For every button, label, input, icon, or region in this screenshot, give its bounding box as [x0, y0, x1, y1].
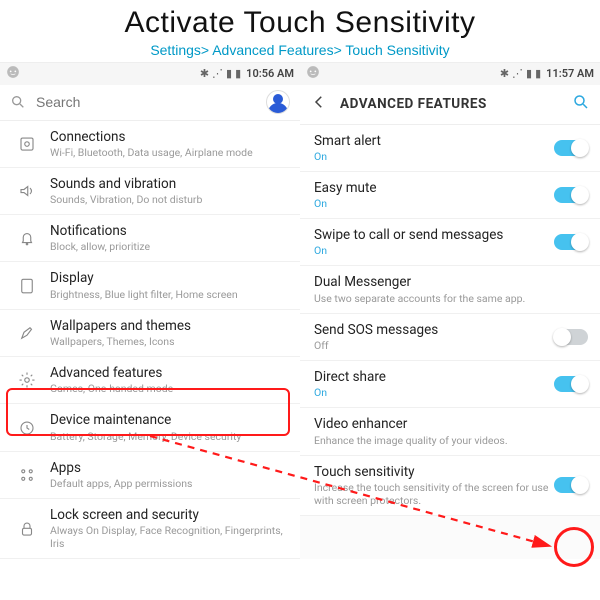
row-device-maintenance[interactable]: Device maintenance Battery, Storage, Memo…	[0, 404, 300, 451]
toggle[interactable]	[554, 234, 588, 250]
screen-title: ADVANCED FEATURES	[340, 96, 560, 112]
display-icon	[14, 277, 40, 295]
settings-list: ConnectionsWi-Fi, Bluetooth, Data usage,…	[0, 121, 300, 560]
features-list: Smart alertOn Easy muteOn Swipe to call …	[300, 125, 600, 517]
clock: 11:57 AM	[546, 67, 594, 80]
clock: 10:56 AM	[246, 67, 294, 80]
row-title: Sounds and vibration	[50, 176, 288, 192]
apps-icon	[14, 466, 40, 484]
row-title: Video enhancer	[314, 416, 588, 432]
app-bar: ADVANCED FEATURES	[300, 85, 600, 125]
row-sub: On	[314, 386, 550, 399]
row-title: Dual Messenger	[314, 274, 588, 290]
row-title: Connections	[50, 129, 288, 145]
bluetooth-icon: ✱	[200, 67, 209, 80]
row-sub: On	[314, 197, 550, 210]
row-sub: Brightness, Blue light filter, Home scre…	[50, 288, 288, 301]
toggle[interactable]	[554, 477, 588, 493]
bluetooth-icon: ✱	[500, 67, 509, 80]
row-sub: Default apps, App permissions	[50, 477, 288, 490]
row-sub: Battery, Storage, Memory, Device securit…	[50, 430, 288, 443]
reddit-icon	[6, 65, 20, 82]
back-button[interactable]	[310, 93, 328, 115]
row-title: Lock screen and security	[50, 507, 288, 523]
settings-screen: ✱ ⋰ ▮ ▮ 10:56 AM ConnectionsWi-Fi, Bluet…	[0, 62, 300, 560]
connections-icon	[14, 135, 40, 153]
status-bar: ✱ ⋰ ▮ ▮ 11:57 AM	[300, 63, 600, 85]
search-button[interactable]	[572, 93, 590, 115]
row-sub: Wallpapers, Themes, Icons	[50, 335, 288, 348]
row-touch-sensitivity[interactable]: Touch sensitivityIncrease the touch sens…	[300, 456, 600, 516]
row-sub: Off	[314, 339, 550, 352]
row-sub: On	[314, 150, 550, 163]
row-title: Apps	[50, 460, 288, 476]
row-sub: Enhance the image quality of your videos…	[314, 434, 588, 447]
lock-icon	[14, 520, 40, 538]
row-sub: Use two separate accounts for the same a…	[314, 292, 588, 305]
toggle[interactable]	[554, 329, 588, 345]
row-easy-mute[interactable]: Easy muteOn	[300, 172, 600, 219]
wifi-icon: ⋰	[512, 67, 523, 80]
row-title: Device maintenance	[50, 412, 288, 428]
toggle[interactable]	[554, 376, 588, 392]
row-video-enhancer[interactable]: Video enhancer Enhance the image quality …	[300, 408, 600, 455]
row-title: Smart alert	[314, 133, 550, 149]
page-title: Activate Touch Sensitivity	[0, 6, 600, 40]
row-title: Swipe to call or send messages	[314, 227, 550, 243]
row-title: Direct share	[314, 369, 550, 385]
row-sounds[interactable]: Sounds and vibrationSounds, Vibration, D…	[0, 168, 300, 215]
row-wallpapers[interactable]: Wallpapers and themesWallpapers, Themes,…	[0, 310, 300, 357]
row-sub: Always On Display, Face Recognition, Fin…	[50, 524, 288, 550]
row-smart-alert[interactable]: Smart alertOn	[300, 125, 600, 172]
row-sub: Increase the touch sensitivity of the sc…	[314, 481, 550, 507]
row-notifications[interactable]: NotificationsBlock, allow, prioritize	[0, 215, 300, 262]
row-sub: Wi-Fi, Bluetooth, Data usage, Airplane m…	[50, 146, 288, 159]
battery-icon: ▮	[535, 67, 541, 80]
signal-icon: ▮	[226, 67, 232, 80]
row-direct-share[interactable]: Direct shareOn	[300, 361, 600, 408]
row-title: Display	[50, 270, 288, 286]
reddit-icon	[306, 65, 320, 82]
row-lock-screen[interactable]: Lock screen and securityAlways On Displa…	[0, 499, 300, 559]
row-sub: Block, allow, prioritize	[50, 240, 288, 253]
battery-icon: ▮	[235, 67, 241, 80]
breadcrumb: Settings> Advanced Features> Touch Sensi…	[0, 42, 600, 60]
row-title: Notifications	[50, 223, 288, 239]
bell-icon	[14, 229, 40, 247]
row-sos[interactable]: Send SOS messagesOff	[300, 314, 600, 361]
brush-icon	[14, 324, 40, 342]
row-apps[interactable]: AppsDefault apps, App permissions	[0, 452, 300, 499]
wifi-icon: ⋰	[212, 67, 223, 80]
search-icon	[10, 94, 26, 110]
search-input[interactable]	[36, 94, 256, 110]
row-title: Easy mute	[314, 180, 550, 196]
row-title: Send SOS messages	[314, 322, 550, 338]
tutorial-header: Activate Touch Sensitivity Settings> Adv…	[0, 0, 600, 62]
search-bar[interactable]	[0, 85, 300, 121]
row-sub: On	[314, 244, 550, 257]
row-advanced-features[interactable]: Advanced featuresGames, One-handed mode	[0, 357, 300, 404]
row-title: Wallpapers and themes	[50, 318, 288, 334]
advanced-features-screen: ✱ ⋰ ▮ ▮ 11:57 AM ADVANCED FEATURES Smart…	[300, 62, 600, 560]
row-sub: Sounds, Vibration, Do not disturb	[50, 193, 288, 206]
row-connections[interactable]: ConnectionsWi-Fi, Bluetooth, Data usage,…	[0, 121, 300, 168]
device-icon	[14, 419, 40, 437]
row-swipe-call[interactable]: Swipe to call or send messagesOn	[300, 219, 600, 266]
row-display[interactable]: Display Brightness, Blue light filter, Ho…	[0, 262, 300, 309]
row-title: Touch sensitivity	[314, 464, 550, 480]
row-sub: Games, One-handed mode	[50, 382, 288, 395]
signal-icon: ▮	[526, 67, 532, 80]
toggle[interactable]	[554, 140, 588, 156]
status-bar: ✱ ⋰ ▮ ▮ 10:56 AM	[0, 63, 300, 85]
avatar[interactable]	[266, 90, 290, 114]
toggle[interactable]	[554, 187, 588, 203]
sound-icon	[14, 182, 40, 200]
gear-icon	[14, 371, 40, 389]
row-dual-messenger[interactable]: Dual Messenger Use two separate accounts …	[300, 266, 600, 313]
row-title: Advanced features	[50, 365, 288, 381]
